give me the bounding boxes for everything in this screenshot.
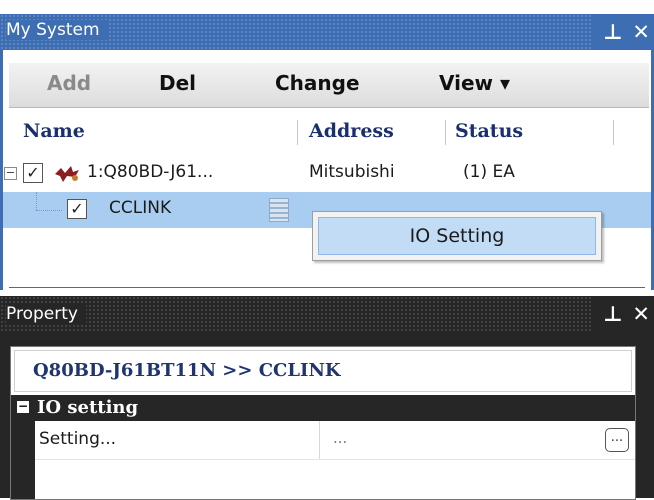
property-header-text: Q80BD-J61BT11N >> CCLINK: [33, 360, 341, 381]
property-category-row[interactable]: − IO setting: [11, 395, 635, 421]
property-panel: Q80BD-J61BT11N >> CCLINK − IO setting Se…: [0, 332, 654, 500]
column-header-address[interactable]: Address: [309, 120, 394, 142]
column-header-name[interactable]: Name: [23, 120, 85, 142]
cclink-name: CCLINK: [109, 198, 172, 218]
property-window-controls: ⊥ ✕: [593, 296, 654, 332]
my-system-title: My System: [6, 20, 108, 40]
close-icon[interactable]: ✕: [632, 302, 650, 326]
collapse-toggle-icon[interactable]: −: [4, 167, 17, 180]
tree-connector: [36, 210, 62, 212]
my-system-titlebar: My System ⊥ ✕: [0, 14, 654, 50]
change-button[interactable]: Change: [275, 71, 360, 95]
del-button[interactable]: Del: [159, 71, 196, 95]
context-menu: IO Setting: [312, 211, 602, 261]
tree-row-device[interactable]: − ✓ 1:Q80BD-J61... Mitsubishi (1) EA: [3, 156, 651, 192]
column-separator[interactable]: [445, 120, 446, 145]
cclink-checkbox[interactable]: ✓: [67, 199, 87, 219]
device-checkbox[interactable]: ✓: [23, 163, 43, 183]
column-separator[interactable]: [613, 120, 614, 145]
property-name: Setting...: [39, 429, 117, 449]
tree-connector: [36, 192, 38, 210]
ellipsis-button[interactable]: ...: [605, 428, 629, 452]
property-titlebar: Property ⊥ ✕: [0, 296, 654, 332]
pin-icon[interactable]: ⊥: [603, 20, 622, 44]
close-icon[interactable]: ✕: [632, 20, 650, 44]
property-title: Property: [6, 304, 86, 324]
device-name: 1:Q80BD-J61...: [87, 162, 214, 182]
column-separator[interactable]: [297, 120, 298, 145]
my-system-window-controls: ⊥ ✕: [593, 14, 654, 50]
column-headers: Name Address Status: [3, 120, 651, 146]
property-header: Q80BD-J61BT11N >> CCLINK: [14, 350, 632, 392]
panel-border: [9, 287, 645, 288]
pin-icon[interactable]: ⊥: [603, 302, 622, 326]
plc-device-icon: [55, 166, 79, 182]
column-header-status[interactable]: Status: [455, 120, 523, 142]
property-value[interactable]: ...: [333, 429, 347, 447]
device-status: (1) EA: [463, 162, 515, 182]
property-row-setting[interactable]: Setting... ... ...: [35, 421, 635, 460]
network-module-icon: [269, 198, 289, 222]
my-system-toolbar: Add Del Change View ▾: [9, 62, 649, 108]
property-grid-gutter: [11, 421, 35, 499]
property-column-separator[interactable]: [319, 421, 320, 459]
io-setting-menu-item[interactable]: IO Setting: [318, 217, 596, 255]
view-dropdown-button[interactable]: View ▾: [439, 71, 510, 95]
device-address: Mitsubishi: [309, 162, 395, 182]
property-grid: Q80BD-J61BT11N >> CCLINK − IO setting Se…: [10, 346, 636, 500]
add-button[interactable]: Add: [47, 71, 91, 95]
collapse-category-icon[interactable]: −: [17, 400, 29, 413]
property-category-label: IO setting: [37, 397, 139, 418]
